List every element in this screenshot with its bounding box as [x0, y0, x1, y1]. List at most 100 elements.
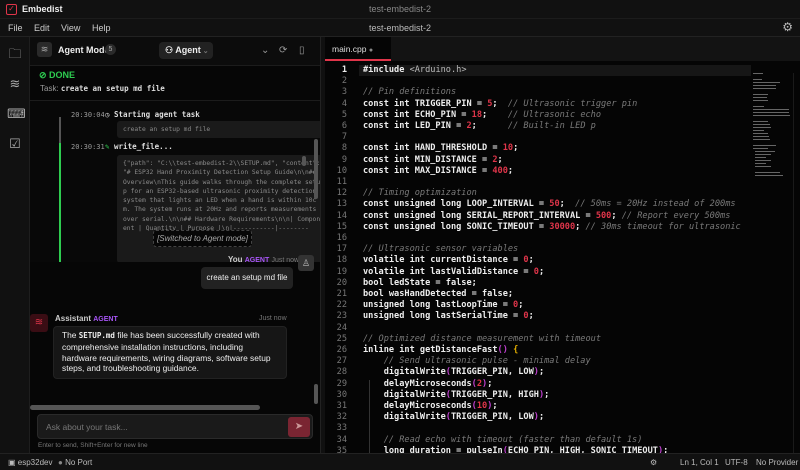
minimap[interactable]	[753, 73, 791, 183]
line-number: 1	[341, 65, 347, 75]
keyboard-icon[interactable]: ⌨	[7, 107, 26, 121]
status-text: DONE	[49, 70, 76, 80]
agent-selector[interactable]: ⚇ Agent ⌄	[159, 42, 213, 59]
code-line[interactable]: delayMicroseconds(2);	[363, 379, 493, 389]
line-number: 29	[336, 378, 347, 389]
code-line[interactable]: unsigned long lastLoopTime = 0;	[363, 300, 523, 310]
agent-mode-icon: ≋	[37, 42, 52, 57]
cursor-position[interactable]: Ln 1, Col 1	[680, 458, 719, 467]
minimap-line	[753, 136, 769, 137]
minimap-line	[755, 151, 775, 152]
line-number: 24	[336, 322, 347, 333]
chat-horizontal-scrollbar[interactable]	[30, 405, 260, 410]
log-title: ◷ Starting agent task	[105, 110, 200, 119]
line-number: 18	[336, 255, 347, 266]
code-line[interactable]: unsigned long lastSerialTime = 0;	[363, 311, 534, 321]
code-line[interactable]: digitalWrite(TRIGGER_PIN, LOW);	[363, 367, 544, 377]
code-line[interactable]: bool wasHandDetected = false;	[363, 289, 513, 299]
code-line[interactable]: const int TRIGGER_PIN = 5; // Ultrasonic…	[363, 99, 637, 109]
code-line[interactable]: volatile int lastValidDistance = 0;	[363, 267, 544, 277]
minimap-line	[755, 175, 783, 176]
code-line[interactable]: delayMicroseconds(10);	[363, 401, 498, 411]
log-time: 20:30:04	[71, 111, 105, 119]
editor-scrollbar[interactable]	[793, 73, 799, 453]
tab-main-cpp[interactable]: main.cpp ●	[325, 37, 391, 61]
task-line: Task: create an setup md file	[40, 84, 165, 93]
code-line[interactable]: // Ultrasonic sensor variables	[363, 244, 518, 254]
minimap-line	[753, 115, 790, 116]
minimap-line	[755, 154, 771, 155]
layers-icon[interactable]: ≋	[7, 77, 23, 91]
code-line[interactable]: const int MAX_DISTANCE = 400;	[363, 166, 513, 176]
code-line[interactable]: // Send ultrasonic pulse - minimal delay	[363, 356, 591, 366]
assistant-avatar-icon: ≋	[30, 314, 48, 332]
line-number: 16	[336, 233, 347, 243]
minimap-line	[753, 79, 762, 80]
code-line[interactable]: // Read echo with timeout (faster than d…	[363, 435, 643, 445]
line-number: 27	[336, 356, 347, 367]
code-line[interactable]: #include <Arduino.h>	[363, 65, 467, 75]
refresh-icon[interactable]: ⟳	[279, 45, 287, 56]
code-editor[interactable]: main.cpp ● 1 #include <Arduino.h> 2 3 // Pin…	[325, 37, 800, 456]
log-title: ✎ write_file...	[105, 142, 173, 151]
user-message: create an setup md file	[201, 267, 293, 289]
board-selector[interactable]: ▣ esp32dev	[8, 458, 52, 467]
code-line[interactable]: // Optimized distance measurement with t…	[363, 334, 601, 344]
port-selector[interactable]: ● No Port	[58, 458, 92, 467]
settings-gear-icon[interactable]: ⚙	[782, 20, 793, 34]
code-line[interactable]: const unsigned long LOOP_INTERVAL = 50; …	[363, 199, 736, 209]
provider[interactable]: No Provider	[756, 458, 798, 467]
line-number: 3	[341, 87, 347, 98]
minimap-line	[753, 148, 768, 149]
encoding[interactable]: UTF-8	[725, 458, 748, 467]
line-number: 32	[336, 412, 347, 423]
code-line[interactable]: volatile int currentDistance = 0;	[363, 255, 534, 265]
chevron-down-icon: ⌄	[200, 48, 209, 55]
line-number: 12	[336, 188, 347, 199]
line-number: 21	[336, 289, 347, 299]
task-text: create an setup md file	[60, 84, 165, 93]
code-line[interactable]: bool ledState = false;	[363, 278, 477, 288]
code-line[interactable]: digitalWrite(TRIGGER_PIN, LOW);	[363, 412, 544, 422]
code-line[interactable]: // Timing optimization	[363, 188, 477, 198]
stop-icon[interactable]: ▯	[299, 45, 305, 56]
line-number: 31	[336, 401, 347, 411]
assistant-message-header: Assistant AGENT	[55, 314, 118, 323]
line-number: 19	[336, 266, 347, 277]
folder-icon[interactable]: 🗀	[7, 47, 23, 61]
line-number: 23	[336, 311, 347, 322]
code-line[interactable]: const int ECHO_PIN = 18; // Ultrasonic e…	[363, 110, 601, 120]
chat-input[interactable]	[46, 420, 276, 434]
log-body-scrollbar[interactable]	[302, 156, 306, 166]
minimap-line	[753, 88, 776, 89]
agent-panel-header: ≋ Agent Mode 5 ⚇ Agent ⌄ ⌄ ⟳ ▯	[30, 37, 320, 66]
collapse-chevron-icon[interactable]: ⌄	[261, 45, 269, 56]
line-number: 4	[341, 98, 347, 109]
minimap-line	[753, 94, 768, 95]
code-line[interactable]: // Pin definitions	[363, 87, 456, 97]
code-line[interactable]: digitalWrite(TRIGGER_PIN, HIGH);	[363, 390, 550, 400]
mode-switch-notice: [Switched to Agent mode]	[153, 230, 252, 247]
send-button[interactable]: ➤	[288, 417, 310, 437]
line-number: 34	[336, 434, 347, 445]
code-line[interactable]: const int MIN_DISTANCE = 2;	[363, 155, 503, 165]
line-number: 33	[336, 423, 347, 434]
log-scrollbar[interactable]	[314, 139, 318, 199]
code-line[interactable]: inline int getDistanceFast() {	[363, 345, 518, 355]
line-number: 26	[336, 345, 347, 355]
line-number: 30	[336, 389, 347, 400]
minimap-line	[753, 97, 767, 98]
line-number: 8	[341, 143, 347, 154]
minimap-line	[753, 124, 770, 125]
minimap-line	[753, 112, 789, 113]
status-gear-icon[interactable]: ⚙	[650, 458, 657, 467]
checklist-icon[interactable]: ☑	[7, 137, 23, 151]
code-line[interactable]: const int LED_PIN = 2; // Built-in LED p	[363, 121, 596, 131]
code-line[interactable]: const unsigned long SERIAL_REPORT_INTERV…	[363, 211, 730, 221]
code-line[interactable]: const int HAND_THRESHOLD = 10;	[363, 143, 518, 153]
pencil-icon: ✎	[105, 142, 115, 151]
chat-scrollbar[interactable]	[314, 384, 318, 404]
mode-count-badge: 5	[105, 44, 116, 55]
chat-input-box: ➤	[37, 414, 313, 439]
code-line[interactable]: const unsigned long SONIC_TIMEOUT = 3000…	[363, 222, 741, 232]
